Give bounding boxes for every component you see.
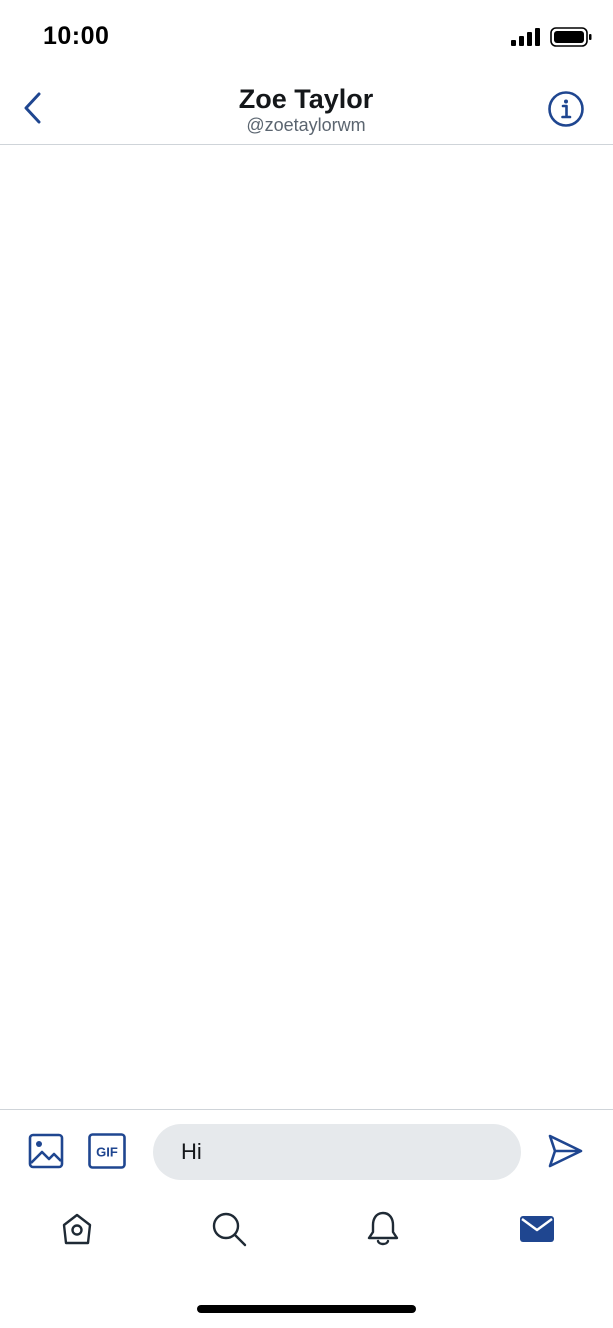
back-button[interactable] bbox=[16, 89, 50, 127]
bell-icon bbox=[367, 1211, 399, 1246]
tab-search[interactable] bbox=[209, 1209, 249, 1249]
conversation-title-block: Zoe Taylor @zoetaylorwm bbox=[156, 83, 456, 135]
conversation-header: Zoe Taylor @zoetaylorwm bbox=[0, 75, 613, 145]
gif-label: GIF bbox=[96, 1145, 118, 1160]
search-icon bbox=[212, 1212, 247, 1247]
envelope-icon bbox=[520, 1216, 554, 1242]
cellular-signal-icon bbox=[511, 28, 540, 46]
message-input-text[interactable]: Hi bbox=[181, 1139, 202, 1165]
gif-icon: GIF bbox=[88, 1133, 126, 1169]
info-circle-icon[interactable] bbox=[547, 90, 585, 128]
message-composer: GIF Hi bbox=[0, 1109, 613, 1195]
tab-messages[interactable] bbox=[517, 1209, 557, 1249]
battery-full-icon bbox=[550, 27, 592, 47]
message-thread[interactable] bbox=[0, 146, 613, 1109]
status-bar: 10:00 bbox=[0, 0, 613, 75]
page-title: Zoe Taylor bbox=[238, 84, 374, 114]
send-icon[interactable] bbox=[546, 1132, 584, 1170]
tab-notifications[interactable] bbox=[363, 1209, 403, 1249]
tab-home[interactable] bbox=[57, 1209, 97, 1249]
home-indicator[interactable] bbox=[197, 1305, 416, 1313]
bottom-tab-bar bbox=[0, 1195, 613, 1275]
message-input[interactable]: Hi bbox=[153, 1124, 521, 1180]
home-icon bbox=[62, 1213, 92, 1245]
status-time: 10:00 bbox=[43, 22, 110, 50]
chevron-left-icon bbox=[24, 92, 41, 124]
image-icon[interactable] bbox=[28, 1133, 64, 1169]
gif-button[interactable]: GIF bbox=[88, 1133, 126, 1169]
user-handle: @zoetaylorwm bbox=[246, 115, 366, 135]
